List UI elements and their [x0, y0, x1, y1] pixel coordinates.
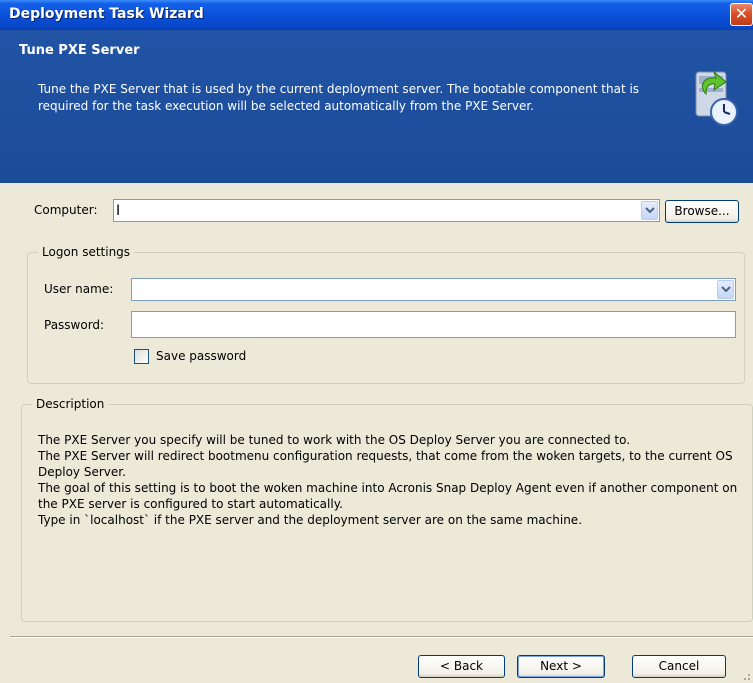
chevron-down-icon [721, 286, 731, 293]
resize-grip-icon[interactable] [739, 669, 751, 681]
password-field[interactable] [131, 311, 736, 338]
title-bar[interactable]: Deployment Task Wizard ✕ [0, 0, 753, 30]
text-cursor: I [116, 203, 121, 219]
computer-dropdown-button[interactable] [641, 201, 658, 220]
description-legend: Description [32, 397, 109, 411]
save-password-label[interactable]: Save password [156, 349, 246, 363]
window-title: Deployment Task Wizard [9, 6, 204, 22]
close-button[interactable]: ✕ [730, 3, 753, 26]
server-clock-icon [690, 68, 744, 132]
button-separator [10, 636, 753, 638]
username-combo[interactable] [131, 278, 736, 301]
save-password-checkbox[interactable] [134, 349, 149, 364]
browse-button[interactable]: Browse... [665, 200, 739, 223]
next-button[interactable]: Next > [517, 655, 605, 678]
wizard-window: Deployment Task Wizard ✕ Tune PXE Server… [0, 0, 753, 683]
username-label: User name: [44, 282, 114, 296]
page-description: Tune the PXE Server that is used by the … [38, 82, 640, 113]
page-title: Tune PXE Server [19, 43, 140, 58]
chevron-down-icon [645, 207, 655, 214]
back-button[interactable]: < Back [418, 655, 505, 678]
description-text: The PXE Server you specify will be tuned… [38, 433, 738, 527]
computer-combo[interactable]: I [113, 199, 660, 222]
logon-settings-legend: Logon settings [38, 245, 135, 259]
username-dropdown-button[interactable] [717, 280, 734, 299]
password-label: Password: [44, 318, 105, 332]
cancel-button[interactable]: Cancel [632, 655, 726, 678]
computer-label: Computer: [34, 203, 98, 217]
